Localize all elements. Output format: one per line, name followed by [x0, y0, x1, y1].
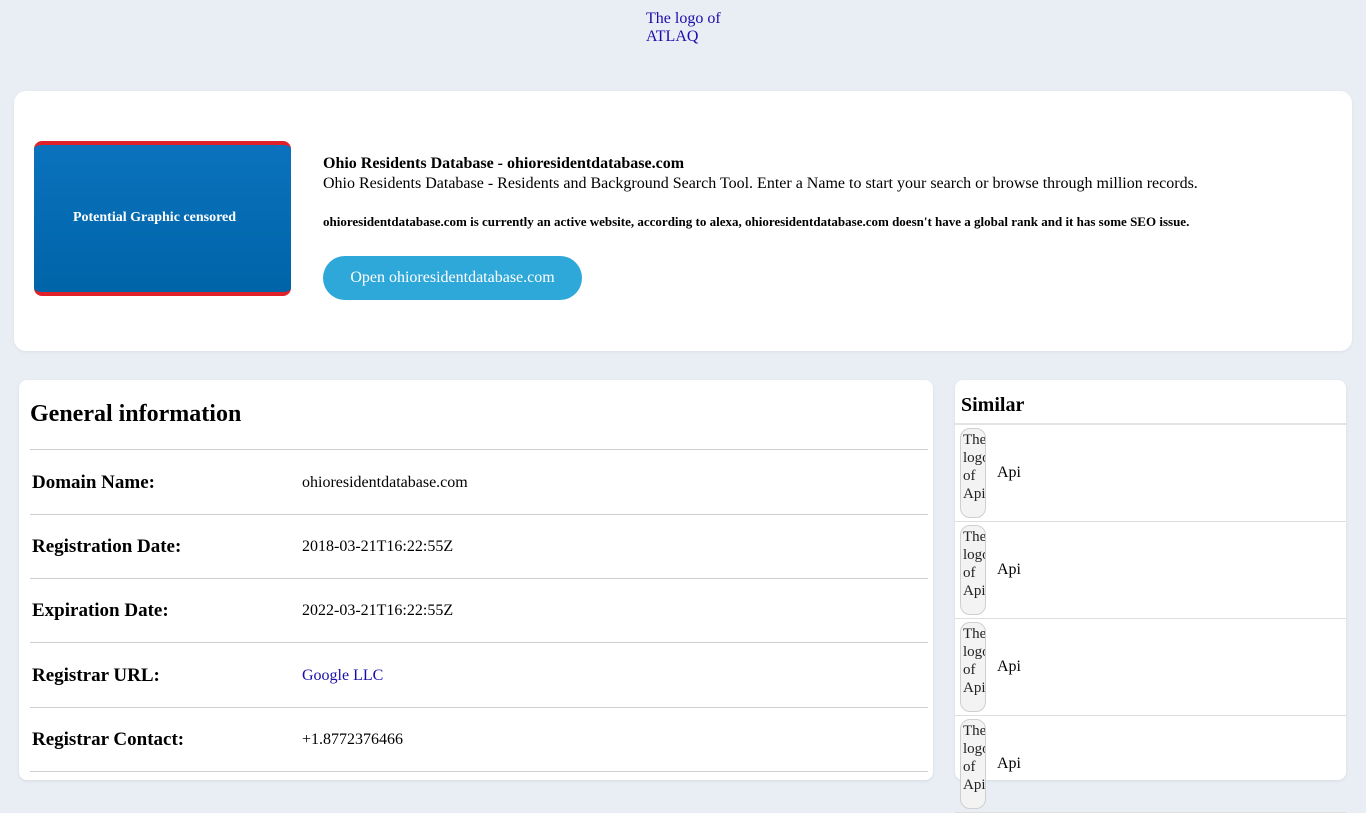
similar-item[interactable]: The logo of Api Api — [955, 619, 1346, 716]
info-label: Expiration Date: — [32, 600, 169, 621]
similar-panel: Similar The logo of Api Api The logo of … — [955, 380, 1346, 813]
general-information-title: General information — [30, 401, 242, 427]
info-label: Registrar URL: — [32, 665, 160, 686]
info-row-registrar-contact: Registrar Contact: +1.8772376466 — [30, 707, 928, 772]
info-row-expiration-date: Expiration Date: 2022-03-21T16:22:55Z — [30, 578, 928, 643]
similar-item-logo: The logo of Api — [960, 719, 986, 809]
site-thumbnail[interactable]: Potential Graphic censored — [34, 141, 291, 296]
atlaq-logo[interactable]: The logo of ATLAQ — [646, 10, 726, 46]
similar-item-name[interactable]: Api — [997, 464, 1021, 482]
info-value: 2022-03-21T16:22:55Z — [302, 602, 454, 619]
similar-item[interactable]: The logo of Api Api — [955, 425, 1346, 522]
site-title: Ohio Residents Database - ohioresidentda… — [323, 155, 685, 172]
general-information-panel: General information Domain Name: ohiores… — [19, 380, 933, 780]
thumbnail-censored-label: Potential Graphic censored — [72, 209, 237, 225]
info-label: Domain Name: — [32, 472, 155, 493]
info-label: Registration Date: — [32, 536, 182, 557]
site-status-note: ohioresidentdatabase.com is currently an… — [323, 214, 1190, 229]
similar-item-name[interactable]: Api — [997, 658, 1021, 676]
similar-item-logo: The logo of Api — [960, 622, 986, 712]
registrar-link[interactable]: Google LLC — [302, 667, 383, 685]
info-row-domain-name: Domain Name: ohioresidentdatabase.com — [30, 450, 928, 515]
info-value: ohioresidentdatabase.com — [302, 474, 468, 491]
similar-item-logo: The logo of Api — [960, 428, 986, 518]
similar-item[interactable]: The logo of Api Api — [955, 522, 1346, 619]
site-description: Ohio Residents Database - Residents and … — [323, 175, 1198, 192]
info-row-registrar-url: Registrar URL: Google LLC — [30, 643, 928, 708]
similar-title: Similar — [961, 394, 1025, 416]
similar-item-name[interactable]: Api — [997, 561, 1021, 579]
similar-item-logo: The logo of Api — [960, 525, 986, 615]
site-summary: Ohio Residents Database - ohioresidentda… — [323, 154, 1323, 230]
similar-item-name[interactable]: Api — [997, 755, 1021, 773]
site-card: Potential Graphic censored Ohio Resident… — [14, 91, 1352, 351]
info-value: +1.8772376466 — [302, 731, 404, 748]
similar-item[interactable]: The logo of Api Api — [955, 716, 1346, 813]
info-label: Registrar Contact: — [32, 729, 185, 750]
open-site-button[interactable]: Open ohioresidentdatabase.com — [323, 256, 582, 300]
info-value: 2018-03-21T16:22:55Z — [302, 538, 454, 555]
info-row-registration-date: Registration Date: 2018-03-21T16:22:55Z — [30, 514, 928, 579]
